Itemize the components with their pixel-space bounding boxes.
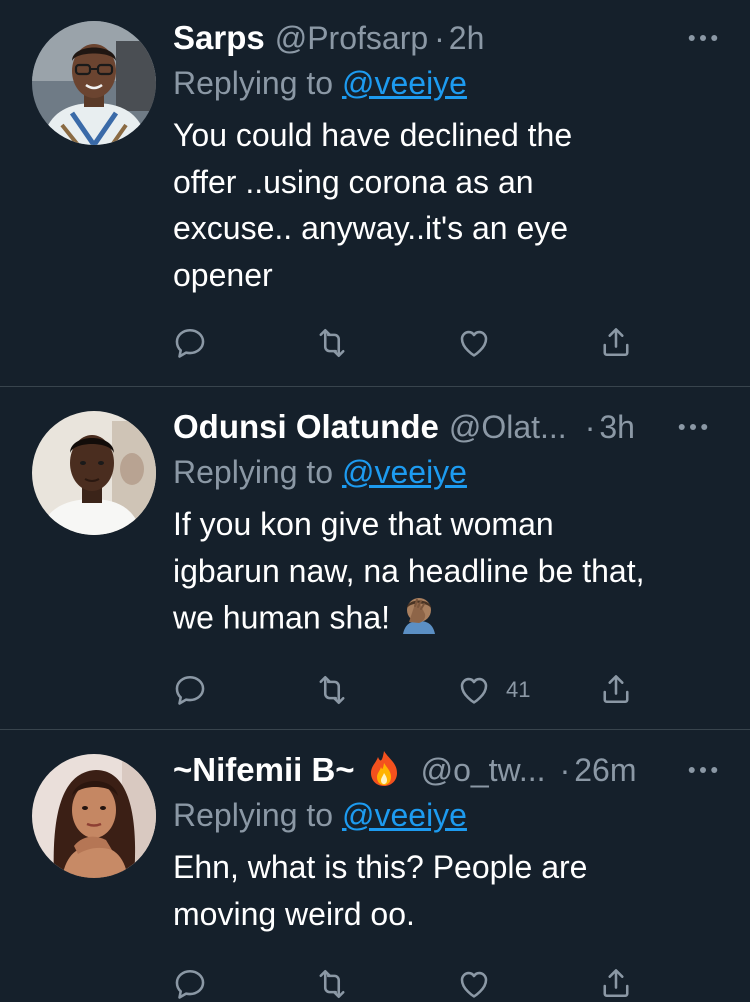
heart-icon [456, 966, 492, 1002]
tweet-text: Ehn, what is this? People are moving wei… [173, 844, 730, 937]
heart-icon [456, 325, 492, 361]
tweet[interactable]: Sarps @Profsarp · 2h Replying to @veeiye… [0, 0, 750, 386]
avatar[interactable] [32, 21, 156, 145]
more-horizontal-icon [678, 422, 708, 432]
separator-dot: · [584, 408, 596, 445]
tweet-text-line: If you kon give that woman [173, 506, 554, 542]
display-name[interactable]: Odunsi Olatunde [173, 408, 439, 446]
more-horizontal-icon [688, 33, 718, 43]
timestamp[interactable]: 3h [599, 409, 635, 446]
replying-to: Replying to @veeiye [173, 60, 730, 106]
facepalm-emoji [399, 594, 439, 647]
retweet-icon [314, 966, 350, 1002]
replying-to-label: Replying to [173, 454, 342, 490]
retweet-icon [314, 672, 350, 708]
tweet-text-line-with-emoji: we human sha! [173, 594, 730, 647]
reply-icon [172, 966, 208, 1002]
tweet-text-line: moving weird oo. [173, 895, 415, 932]
share-icon [598, 671, 634, 707]
display-name[interactable]: Sarps [173, 19, 265, 57]
tweet-text-line: opener [173, 256, 273, 293]
share-icon [598, 324, 634, 360]
display-name[interactable]: ~Nifemii B~ [173, 751, 355, 789]
user-handle[interactable]: @o_tw... [421, 752, 546, 789]
reply-button[interactable] [172, 672, 208, 708]
retweet-icon [314, 325, 350, 361]
mention-link[interactable]: @veeiye [342, 797, 467, 833]
replying-to-label: Replying to [173, 797, 342, 833]
tweet-text-line: igbarun naw, na headline be that, [173, 552, 645, 589]
replying-to-label: Replying to [173, 65, 342, 101]
reply-button[interactable] [172, 966, 208, 1002]
tweet-text: If you kon give that woman igbarun naw, … [173, 501, 730, 647]
reply-icon [172, 325, 208, 361]
share-button[interactable] [598, 324, 634, 360]
tweet-text-line: excuse.. anyway..it's an eye [173, 210, 569, 246]
retweet-button[interactable] [314, 325, 350, 361]
reply-icon [172, 672, 208, 708]
like-count: 41 [506, 677, 531, 702]
tweet-header: Odunsi Olatunde @Olat... · 3h [173, 405, 730, 449]
mention-link[interactable]: @veeiye [342, 454, 467, 490]
fire-emoji [367, 749, 401, 792]
reply-button[interactable] [172, 325, 208, 361]
timestamp[interactable]: 26m [574, 752, 636, 789]
more-options-button[interactable] [678, 405, 708, 449]
replying-to: Replying to @veeiye [173, 449, 730, 495]
replying-to: Replying to @veeiye [173, 792, 730, 838]
share-button[interactable] [598, 671, 634, 707]
share-icon [598, 965, 634, 1001]
mention-link[interactable]: @veeiye [342, 65, 467, 101]
like-button[interactable] [456, 325, 492, 361]
tweet-text-line: offer ..using corona as an [173, 163, 534, 200]
user-handle[interactable]: @Profsarp [275, 20, 428, 57]
like-button[interactable] [456, 966, 492, 1002]
tweet[interactable]: ~Nifemii B~ @o_tw... · 26m Replying to @… [0, 729, 750, 991]
retweet-button[interactable] [314, 966, 350, 1002]
separator-dot: · [434, 19, 445, 56]
tweet-text: You could have declined the offer ..usin… [173, 112, 730, 298]
tweet[interactable]: Odunsi Olatunde @Olat... · 3h Replying t… [0, 386, 750, 729]
retweet-button[interactable] [314, 672, 350, 708]
tweet-text-line: we human sha! [173, 599, 391, 636]
tweet-text-line: Ehn, what is this? People are [173, 849, 588, 885]
more-options-button[interactable] [688, 748, 718, 792]
like-button[interactable]: 41 [456, 672, 530, 708]
user-handle[interactable]: @Olat... [449, 409, 567, 446]
timestamp[interactable]: 2h [449, 20, 485, 57]
share-button[interactable] [598, 965, 634, 1001]
avatar[interactable] [32, 411, 156, 535]
tweet-header: Sarps @Profsarp · 2h [173, 16, 730, 60]
tweet-text-line: You could have declined the [173, 117, 573, 153]
separator-dot: · [559, 751, 571, 788]
more-options-button[interactable] [688, 16, 718, 60]
avatar[interactable] [32, 754, 156, 878]
tweet-header: ~Nifemii B~ @o_tw... · 26m [173, 748, 730, 792]
more-horizontal-icon [688, 765, 718, 775]
heart-icon [456, 672, 492, 708]
